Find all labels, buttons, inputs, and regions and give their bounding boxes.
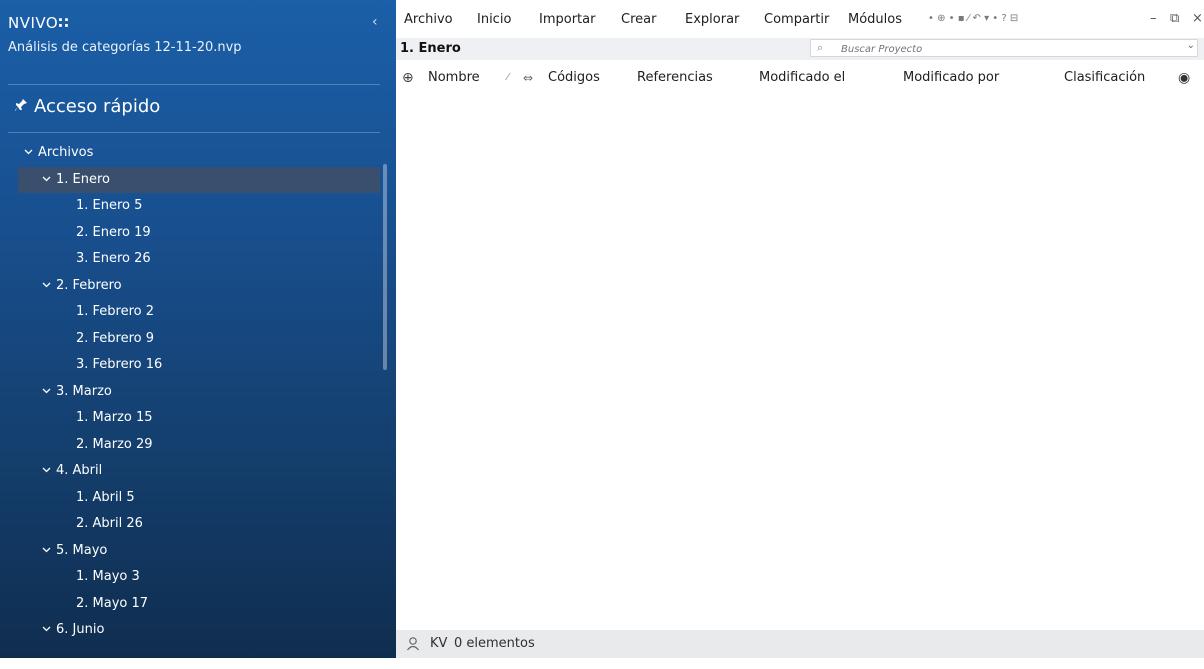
tree-item-label: 2. Marzo 29 (76, 436, 153, 452)
divider (8, 132, 380, 133)
chevron-down-icon[interactable] (24, 140, 38, 167)
tree-item[interactable]: 1. Abril 5 (18, 485, 380, 512)
tree-item[interactable]: 1. Enero (18, 166, 380, 194)
color-palette-icon[interactable]: ◉ (1178, 62, 1190, 94)
chevron-down-icon[interactable] (42, 379, 56, 406)
menu-archivo[interactable]: Archivo (404, 0, 453, 38)
navigation-sidebar: NVIVO∷ ‹ Análisis de categorías 12-11-20… (0, 0, 396, 658)
quick-access-header[interactable]: Acceso rápido (14, 96, 160, 117)
tree-item-label: 2. Febrero 9 (76, 330, 155, 346)
tree-item-label: 3. Marzo (56, 383, 112, 399)
quick-access-label: Acceso rápido (34, 96, 161, 117)
person-icon (406, 630, 420, 669)
tree-item[interactable]: 2. Marzo 29 (18, 432, 380, 459)
menu-inicio[interactable]: Inicio (477, 0, 511, 38)
location-bar: 1. Enero ⌕ ⌄ (396, 38, 1204, 60)
tree-item[interactable]: 1. Marzo 15 (18, 405, 380, 432)
tree-item-label: 2. Enero 19 (76, 224, 151, 240)
tree-item[interactable]: 1. Mayo 3 (18, 564, 380, 591)
tree-item-label: 3. Febrero 16 (76, 357, 163, 372)
menu-compartir[interactable]: Compartir (764, 0, 829, 38)
close-button[interactable]: × (1192, 0, 1203, 38)
chevron-down-icon[interactable] (42, 273, 56, 300)
current-folder-title: 1. Enero (400, 41, 461, 56)
tree-item-label: 5. Mayo (56, 542, 108, 558)
tree-item[interactable]: 2. Febrero (18, 273, 380, 300)
divider (8, 84, 380, 85)
folder-tree: Archivos 1. Enero 1. Enero 5 2. Enero 19 3. … (18, 140, 380, 644)
project-name: Análisis de categorías 12-11-20.nvp (8, 40, 242, 55)
tree-item-label: 6. Junio (56, 622, 105, 637)
tree-item-label: Archivos (38, 145, 94, 160)
chevron-down-icon[interactable] (42, 538, 56, 565)
tree-item[interactable]: 4. Abril (18, 458, 380, 485)
tree-item-label: 1. Mayo 3 (76, 569, 140, 584)
tree-item[interactable]: 3. Enero 26 (18, 246, 380, 273)
tree-item[interactable]: 1. Enero 5 (18, 193, 380, 220)
search-box[interactable]: ⌕ ⌄ (810, 39, 1198, 58)
tree-item-label: 1. Enero (56, 171, 110, 187)
tree-item-label: 2. Mayo 17 (76, 595, 149, 611)
add-column-icon[interactable]: ⊕ (402, 62, 414, 94)
column-codigos[interactable]: Códigos (548, 62, 600, 94)
tree-item[interactable]: 6. Junio (18, 617, 380, 644)
search-input[interactable] (839, 40, 1143, 58)
tree-item-label: 4. Abril (56, 463, 103, 478)
tree-item[interactable]: 2. Febrero 9 (18, 326, 380, 353)
tree-item[interactable]: Archivos (18, 140, 380, 167)
tree-item-label: 1. Marzo 15 (76, 410, 153, 425)
link-icon: ⇔ (523, 71, 534, 85)
tree-item[interactable]: 2. Abril 26 (18, 511, 380, 538)
column-nombre[interactable]: Nombre (428, 62, 480, 94)
column-clasificacion[interactable]: Clasificación (1064, 62, 1145, 94)
search-icon: ⌕ (817, 41, 824, 54)
menu-bar: Archivo Inicio Importar Crear Explorar C… (396, 0, 1204, 38)
chevron-down-icon[interactable] (42, 458, 56, 485)
tree-item[interactable]: 5. Mayo (18, 538, 380, 565)
list-column-header: ⊕ Nombre ⁄ ⇔ Códigos Referencias Modific… (396, 62, 1204, 94)
tree-item-label: 2. Abril 26 (76, 516, 143, 531)
items-list[interactable] (396, 94, 1204, 630)
brand-name: NVIVO (8, 14, 59, 32)
chevron-down-icon[interactable]: ⌄ (1187, 40, 1195, 51)
tree-item[interactable]: 2. Enero 19 (18, 220, 380, 247)
user-initials: KV (430, 636, 448, 651)
pin-icon (14, 97, 28, 116)
nvivo-logo: NVIVO∷ (8, 14, 69, 32)
tree-item-label: 1. Enero 5 (76, 198, 143, 213)
menu-explorar[interactable]: Explorar (685, 0, 739, 38)
tree-item[interactable]: 3. Marzo (18, 379, 380, 406)
minimize-button[interactable]: – (1150, 0, 1157, 38)
status-bar: KV 0 elementos (396, 630, 1204, 658)
chevron-down-icon[interactable] (42, 167, 56, 194)
menu-importar[interactable]: Importar (539, 0, 595, 38)
collapse-sidebar-button[interactable]: ‹ (372, 14, 378, 30)
chevron-down-icon[interactable] (42, 617, 56, 644)
tree-item[interactable]: 2. Mayo 17 (18, 591, 380, 618)
tree-item[interactable]: 1. Febrero 2 (18, 299, 380, 326)
tree-item-label: 2. Febrero (56, 277, 122, 293)
sort-icon[interactable]: ⁄ (507, 62, 509, 94)
sidebar-scrollbar[interactable] (383, 164, 387, 370)
item-count: 0 elementos (454, 636, 535, 651)
menu-modulos[interactable]: Módulos (848, 0, 902, 38)
tree-item-label: 1. Abril 5 (76, 489, 135, 505)
column-modificado-el[interactable]: Modificado el (759, 62, 845, 94)
restore-button[interactable]: ⧉ (1170, 0, 1179, 38)
tree-item[interactable]: 3. Febrero 16 (18, 352, 380, 379)
brand-mark-icon: ∷ (58, 14, 70, 32)
menu-crear[interactable]: Crear (621, 0, 656, 38)
column-referencias[interactable]: Referencias (637, 62, 713, 94)
tree-item-label: 1. Febrero 2 (76, 304, 155, 319)
tree-item-label: 3. Enero 26 (76, 251, 151, 266)
column-modificado-por[interactable]: Modificado por (903, 62, 999, 94)
quick-toolbar-icons[interactable]: • ⊕ • ▪ ⁄ ↶ ▾ • ? ⊟ (928, 0, 1018, 38)
